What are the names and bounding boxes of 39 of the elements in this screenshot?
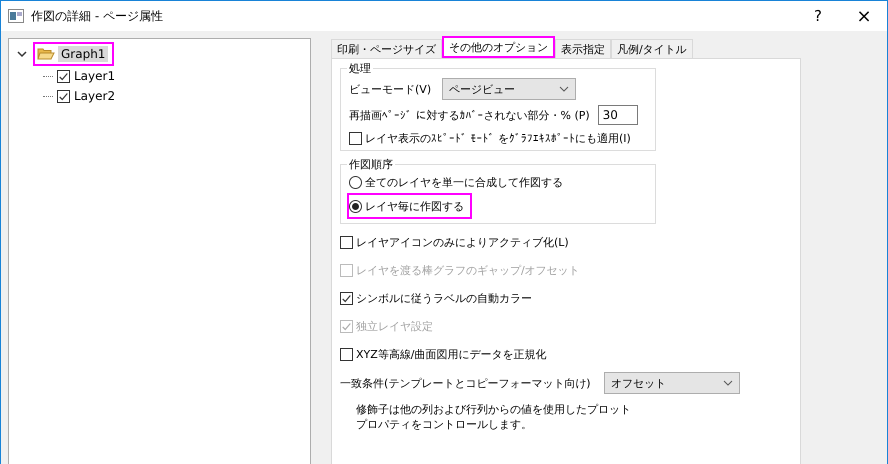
tab[interactable]: 印刷・ページサイズ xyxy=(331,39,442,58)
match-dropdown[interactable]: オフセット xyxy=(604,372,740,394)
tree-item-label[interactable]: Layer1 xyxy=(74,69,116,83)
radio-label[interactable]: 全てのレイヤを単一に合成して作図する xyxy=(365,175,563,190)
checkbox[interactable] xyxy=(57,90,70,102)
radio-button[interactable] xyxy=(349,176,362,189)
radio-button[interactable] xyxy=(349,200,362,212)
window-title: 作図の詳細 - ページ属性 xyxy=(31,8,164,24)
radio-label[interactable]: レイヤ毎に作図する xyxy=(365,198,464,214)
note-text: プロパティをコントロールします。 xyxy=(356,417,533,432)
help-button[interactable]: ? xyxy=(795,1,841,31)
close-button[interactable]: × xyxy=(841,1,887,31)
app-icon xyxy=(8,9,24,23)
tree-item-label[interactable]: Layer2 xyxy=(74,89,116,103)
checkbox[interactable] xyxy=(340,236,353,248)
note-text: 修飾子は他の列および行列からの値を使用したプロット xyxy=(356,402,632,417)
checkbox-label[interactable]: XYZ等高線/曲面図用にデータを正規化 xyxy=(356,346,546,362)
percent-field[interactable]: 30 xyxy=(598,105,638,125)
checkbox-label[interactable]: シンボルに従うラベルの自動カラー xyxy=(356,290,532,306)
tab[interactable]: 表示指定 xyxy=(555,39,611,58)
caret-icon xyxy=(559,86,569,92)
field-label: ビューモード(V) xyxy=(349,82,432,96)
group-title: 処理 xyxy=(348,61,372,76)
group-title: 作図順序 xyxy=(348,157,394,172)
checkbox-label[interactable]: レイヤアイコンのみによりアクティブ化(L) xyxy=(356,234,569,250)
chevron-icon[interactable] xyxy=(17,49,27,59)
checkbox[interactable] xyxy=(340,292,353,304)
checkbox[interactable] xyxy=(340,348,353,360)
field-label: 再描画ﾍﾟｰｼﾞ に対するｶﾊﾞｰされない部分・% (P) xyxy=(349,108,590,122)
tab[interactable]: その他のオプション xyxy=(442,36,555,58)
field-label: 一致条件(テンプレートとコピーフォーマット向け) xyxy=(340,376,591,390)
checkbox[interactable] xyxy=(57,70,70,82)
checkbox[interactable] xyxy=(349,132,362,144)
tree-item[interactable]: Graph1 xyxy=(33,42,114,66)
view-mode-dropdown[interactable]: ページビュー xyxy=(442,78,576,100)
caret-icon xyxy=(723,380,733,386)
tab[interactable]: 凡例/タイトル xyxy=(611,39,693,58)
checkbox-label[interactable]: レイヤ表示のｽﾋﾟｰﾄﾞ ﾓｰﾄﾞ をｸﾞﾗﾌｴｷｽﾎﾟｰﾄにも適用(I) xyxy=(365,130,631,146)
folder-icon xyxy=(37,47,55,61)
